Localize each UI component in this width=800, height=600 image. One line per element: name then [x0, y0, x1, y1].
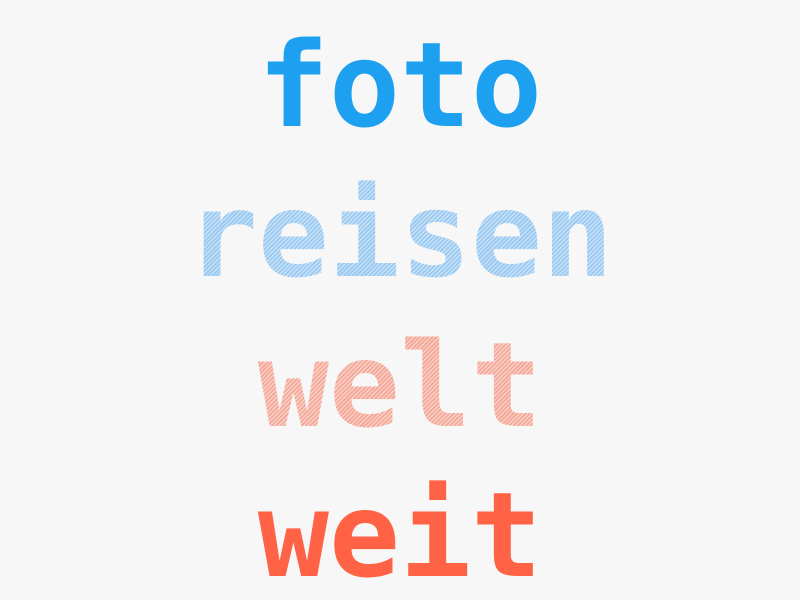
word-reisen: reisen — [0, 160, 800, 310]
word-graphic: foto reisen welt weit — [0, 0, 800, 600]
word-foto: foto — [257, 16, 543, 154]
word-weit: weit — [257, 466, 543, 600]
word-welt: welt — [0, 310, 800, 460]
